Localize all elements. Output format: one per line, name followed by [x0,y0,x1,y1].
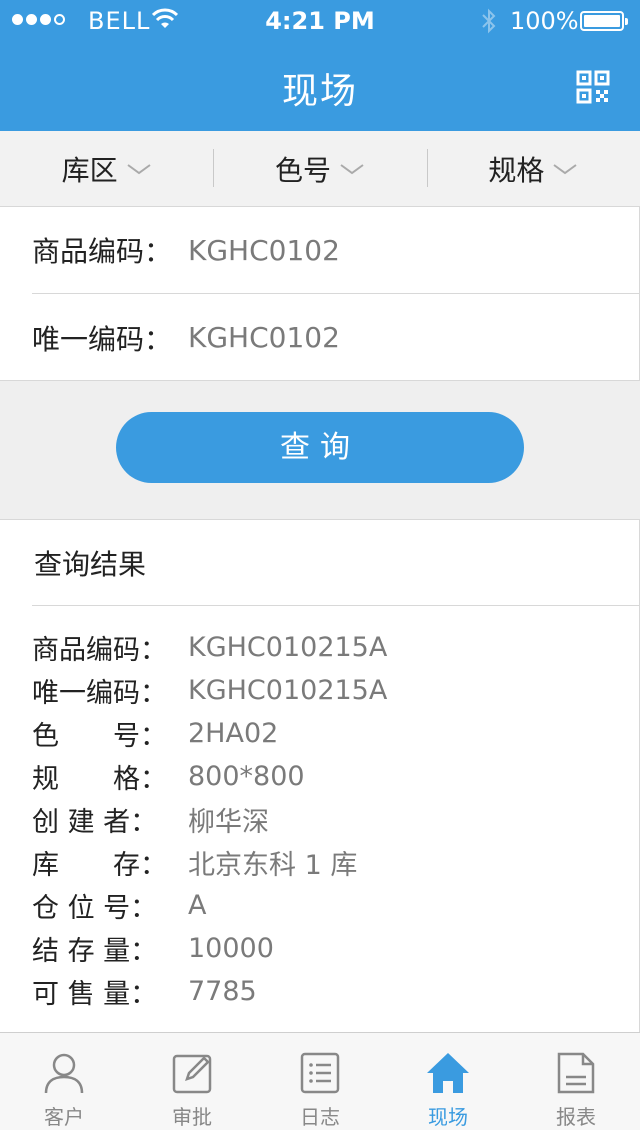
result-row: 商品编码： KGHC010215A [32,626,387,669]
result-value: 800*800 [188,761,305,792]
result-label: 色 号： [32,721,167,752]
result-row: 规 格： 800*800 [32,755,387,798]
tab-onsite[interactable]: 现场 [384,1033,512,1130]
document-icon [557,1052,595,1094]
result-panel: 查询结果 商品编码： KGHC010215A 唯一编码： KGHC010215A… [0,519,640,1033]
filter-label: 库区 [61,153,118,187]
chevron-down-icon [340,163,364,174]
page-title: 现场 [281,71,358,112]
filter-warehouse-area[interactable]: 库区 [0,131,213,206]
result-list: 商品编码： KGHC010215A 唯一编码： KGHC010215A 色 号：… [32,626,387,1013]
filter-bar: 库区 色号 规格 [0,131,640,207]
result-label: 商品编码： [32,635,167,666]
result-row: 库 存： 北京东科 1 库 [32,841,387,884]
result-label: 结 存 量： [32,936,158,967]
chevron-down-icon [553,163,577,174]
unique-code-input[interactable] [188,321,588,354]
result-value: 柳华深 [188,807,269,838]
result-row: 可 售 量： 7785 [32,970,387,1013]
result-label: 库 存： [32,850,167,881]
tab-log[interactable]: 日志 [256,1033,384,1130]
result-value: KGHC010215A [188,632,388,663]
edit-icon [172,1054,212,1094]
tab-label: 报表 [556,1105,596,1129]
result-row: 色 号： 2HA02 [32,712,387,755]
result-row: 创 建 者： 柳华深 [32,798,387,841]
search-form: 商品编码： 唯一编码： [0,207,640,381]
result-row: 结 存 量： 10000 [32,927,387,970]
home-icon [427,1053,469,1093]
tab-bar: 客户 审批 日志 现场 报表 [0,1032,640,1130]
result-title: 查询结果 [32,520,640,606]
battery-icon [580,11,628,31]
tab-report[interactable]: 报表 [512,1033,640,1130]
result-row: 唯一编码： KGHC010215A [32,669,387,712]
product-code-label: 商品编码： [32,235,173,268]
result-value: KGHC010215A [188,675,388,706]
filter-specification[interactable]: 规格 [426,131,640,206]
tab-customer[interactable]: 客户 [0,1033,128,1130]
unique-code-label: 唯一编码： [32,322,173,356]
result-label: 唯一编码： [32,678,167,709]
result-label: 仓 位 号： [32,893,158,924]
result-value: 7785 [188,976,257,1007]
bluetooth-icon [482,8,496,34]
filter-label: 规格 [488,153,545,187]
result-value: A [188,890,207,921]
result-value: 北京东科 1 库 [188,850,358,881]
tab-label: 审批 [172,1105,212,1129]
list-icon [300,1052,340,1094]
filter-label: 色号 [274,153,331,187]
result-label: 可 售 量： [32,979,158,1010]
person-icon [44,1053,84,1094]
result-value: 2HA02 [188,718,279,749]
query-button[interactable]: 查询 [116,412,524,483]
header: BELL 4:21 PM 100% 现场 [0,0,640,131]
filter-color-code[interactable]: 色号 [213,131,426,206]
battery-percentage: 100% [510,7,579,35]
tab-label: 客户 [44,1105,84,1129]
tab-label: 现场 [428,1105,468,1129]
result-label: 创 建 者： [32,807,158,838]
status-bar: BELL 4:21 PM 100% [0,0,640,40]
tab-approval[interactable]: 审批 [128,1033,256,1130]
result-row: 仓 位 号： A [32,884,387,927]
product-code-input[interactable] [188,233,588,267]
product-code-row: 商品编码： [32,207,640,294]
unique-code-row: 唯一编码： [32,294,640,381]
chevron-down-icon [127,163,151,174]
result-label: 规 格： [32,764,167,795]
qr-code-icon[interactable] [576,70,610,104]
result-value: 10000 [188,933,274,964]
tab-label: 日志 [300,1105,340,1129]
